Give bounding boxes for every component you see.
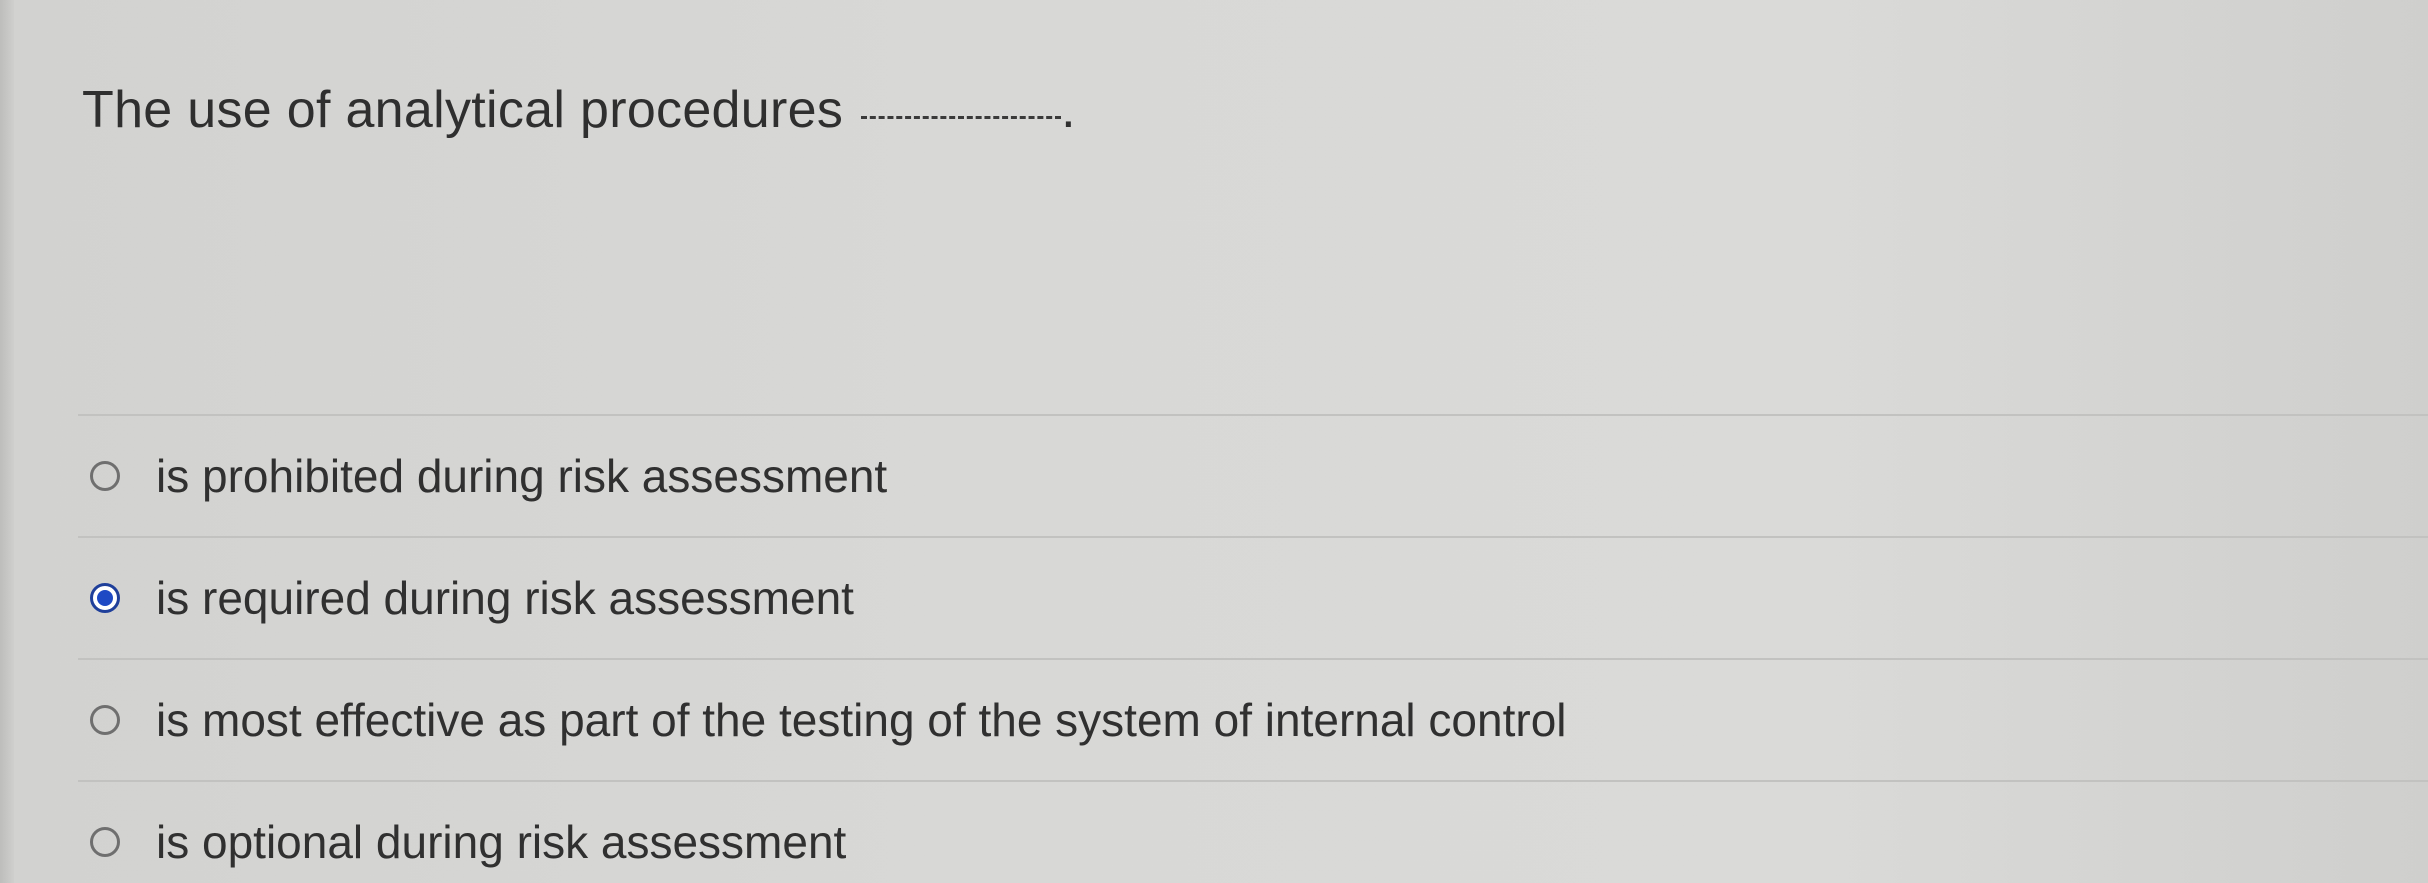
option-prohibited[interactable]: is prohibited during risk assessment: [78, 416, 2428, 538]
option-optional[interactable]: is optional during risk assessment: [78, 782, 2428, 883]
left-edge-shadow: [0, 0, 14, 883]
radio-selected-icon[interactable]: [90, 583, 120, 613]
answer-options: is prohibited during risk assessment is …: [78, 414, 2428, 883]
radio-unselected-icon[interactable]: [90, 705, 120, 735]
radio-unselected-icon[interactable]: [90, 827, 120, 857]
question-blank: [861, 116, 1062, 119]
option-label: is prohibited during risk assessment: [156, 450, 888, 502]
option-most-effective[interactable]: is most effective as part of the testing…: [78, 660, 2428, 782]
question-text: The use of analytical procedures: [82, 81, 844, 139]
option-label: is optional during risk assessment: [156, 816, 847, 868]
option-label: is required during risk assessment: [156, 572, 854, 624]
option-required[interactable]: is required during risk assessment: [78, 538, 2428, 660]
radio-unselected-icon[interactable]: [90, 461, 120, 491]
question-prompt: The use of analytical procedures.: [82, 80, 1076, 140]
question-period: .: [1061, 81, 1076, 139]
option-label: is most effective as part of the testing…: [156, 694, 1567, 746]
